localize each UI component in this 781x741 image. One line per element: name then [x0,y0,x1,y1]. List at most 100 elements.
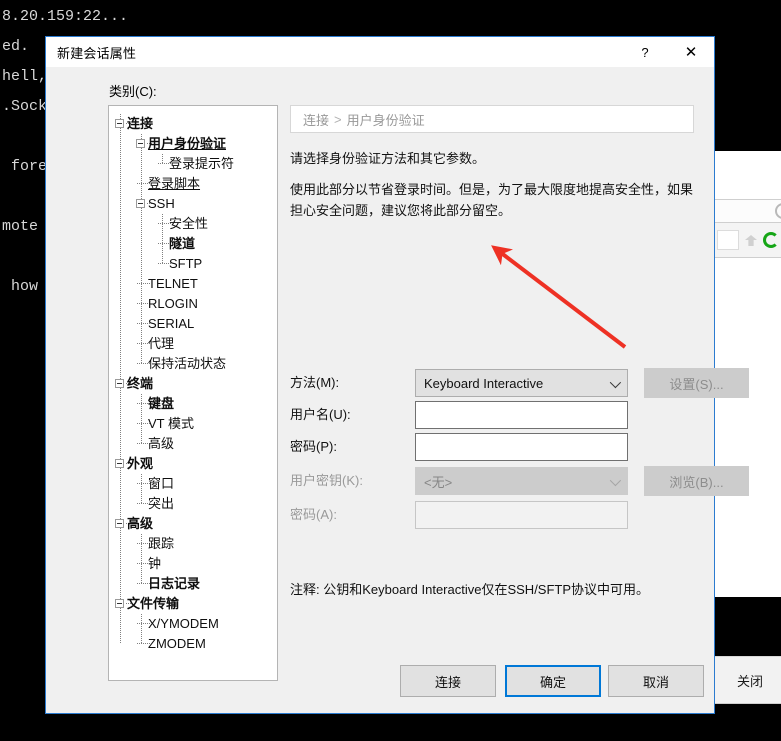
tree-expander-icon[interactable] [115,459,124,468]
refresh-icon[interactable] [763,232,779,248]
tree-item-label: 文件传输 [127,596,180,611]
dialog-footer: 连接 确定 取消 [46,651,714,715]
breadcrumb-root: 连接 [303,112,330,128]
method-label: 方法(M): [290,375,340,390]
tree-expander-icon[interactable] [136,139,145,148]
tree-item[interactable]: 外观 [109,454,277,474]
tree-expander-icon[interactable] [115,119,124,128]
background-window-toolbar [715,223,781,257]
passphrase-input-wrap [415,501,628,529]
tree-item[interactable]: 保持活动状态 [109,354,277,374]
password-label: 密码(P): [290,439,337,454]
password-input-wrap [415,433,628,461]
form-row-passphrase: 密码(A): [290,501,694,529]
tree-item-label: 外观 [127,456,154,471]
tree-item[interactable]: 键盘 [109,394,277,414]
dialog-titlebar: 新建会话属性 ? ✕ [46,37,714,67]
tree-item[interactable]: 代理 [109,334,277,354]
method-combo-value: Keyboard Interactive [424,375,544,391]
tree-item[interactable]: X/YMODEM [109,614,277,634]
tree-item-label: VT 模式 [148,416,194,431]
tree-item[interactable]: 登录脚本 [109,174,277,194]
ok-button[interactable]: 确定 [505,665,601,697]
tree-item[interactable]: SFTP [109,254,277,274]
background-close-button[interactable]: 关闭 [719,667,781,693]
tree-item[interactable]: 文件传输 [109,594,277,614]
breadcrumb-separator: > [334,111,342,127]
tree-item-label: 用户身份验证 [148,136,227,151]
tree-item-label: 连接 [127,116,154,131]
tree-expander-icon[interactable] [115,519,124,528]
tree-item[interactable]: 连接 [109,114,277,134]
tree-item[interactable]: 用户身份验证 [109,134,277,154]
browse-button: 浏览(B)... [644,466,749,496]
tree-item-label: 终端 [127,376,154,391]
tree-item[interactable]: 高级 [109,434,277,454]
upload-icon[interactable] [743,232,759,248]
form-row-userkey: 用户密钥(K): <无> 浏览(B)... [290,466,749,496]
passphrase-label: 密码(A): [290,507,337,522]
tree-expander-icon[interactable] [115,599,124,608]
breadcrumb: 连接 > 用户身份验证 [290,105,694,133]
dialog-title: 新建会话属性 [57,45,137,61]
terminal-line: 8.20.159:22... [2,8,129,25]
tree-item[interactable]: 钟 [109,554,277,574]
tree-item-label: 钟 [148,556,162,571]
background-window-titlebar [715,151,781,199]
tree-item[interactable]: SERIAL [109,314,277,334]
content-panel: 连接 > 用户身份验证 请选择身份验证方法和其它参数。 使用此部分以节省登录时间… [290,105,749,681]
tree-item[interactable]: 安全性 [109,214,277,234]
note-text: 注释: 公钥和Keyboard Interactive仅在SSH/SFTP协议中… [290,582,650,597]
tree-item-label: RLOGIN [148,296,198,311]
tree-item-label: SSH [148,196,175,211]
connect-button[interactable]: 连接 [400,665,496,697]
cancel-button[interactable]: 取消 [608,665,704,697]
tree-item[interactable]: 隧道 [109,234,277,254]
tree-item[interactable]: TELNET [109,274,277,294]
tree-item[interactable]: 高级 [109,514,277,534]
tree-item[interactable]: 突出 [109,494,277,514]
tree-item-label: 日志记录 [148,576,201,591]
tree-item[interactable]: 日志记录 [109,574,277,594]
tree-item[interactable]: 跟踪 [109,534,277,554]
description-line-2: 使用此部分以节省登录时间。但是，为了最大限度地提高安全性，如果担心安全问题，建议… [290,182,694,218]
tree-item[interactable]: VT 模式 [109,414,277,434]
tree-expander-icon[interactable] [136,199,145,208]
tree-item[interactable]: SSH [109,194,277,214]
tree-item-label: SERIAL [148,316,195,331]
method-combo-wrap: Keyboard Interactive [415,369,628,397]
description-line-1: 请选择身份验证方法和其它参数。 [290,151,486,166]
search-icon [775,203,781,219]
username-label: 用户名(U): [290,407,351,422]
tree-item-label: 窗口 [148,476,175,491]
userkey-combo: <无> [415,467,628,495]
tree-expander-icon[interactable] [115,379,124,388]
form-row-username: 用户名(U): [290,401,694,429]
passphrase-input [415,501,628,529]
tree-item[interactable]: RLOGIN [109,294,277,314]
username-input[interactable] [415,401,628,429]
chevron-down-icon [609,474,622,487]
tree-item-label: 跟踪 [148,536,175,551]
chevron-down-icon [609,376,622,389]
method-combo[interactable]: Keyboard Interactive [415,369,628,397]
category-tree[interactable]: 连接用户身份验证登录提示符登录脚本 SSH 安全性隧道 SFTP TELNET RLOGI… [108,105,278,681]
tree-item[interactable]: 登录提示符 [109,154,277,174]
tree-item-label: 安全性 [169,216,209,231]
toolbar-field[interactable] [717,230,739,250]
tree-item-label: 登录脚本 [148,176,201,191]
tree-item[interactable]: 窗口 [109,474,277,494]
tree-item-label: 隧道 [169,236,196,251]
password-input[interactable] [415,433,628,461]
tree-item-label: 突出 [148,496,175,511]
close-icon[interactable]: ✕ [668,37,714,67]
tree-item[interactable]: 终端 [109,374,277,394]
background-window-search-row [715,200,781,222]
category-label: 类别(C): [109,84,157,99]
help-button[interactable]: ? [622,37,668,67]
settings-button: 设置(S)... [644,368,749,398]
tree-item-label: TELNET [148,276,198,291]
divider [715,703,781,704]
userkey-combo-value: <无> [424,474,453,490]
userkey-label: 用户密钥(K): [290,473,363,488]
